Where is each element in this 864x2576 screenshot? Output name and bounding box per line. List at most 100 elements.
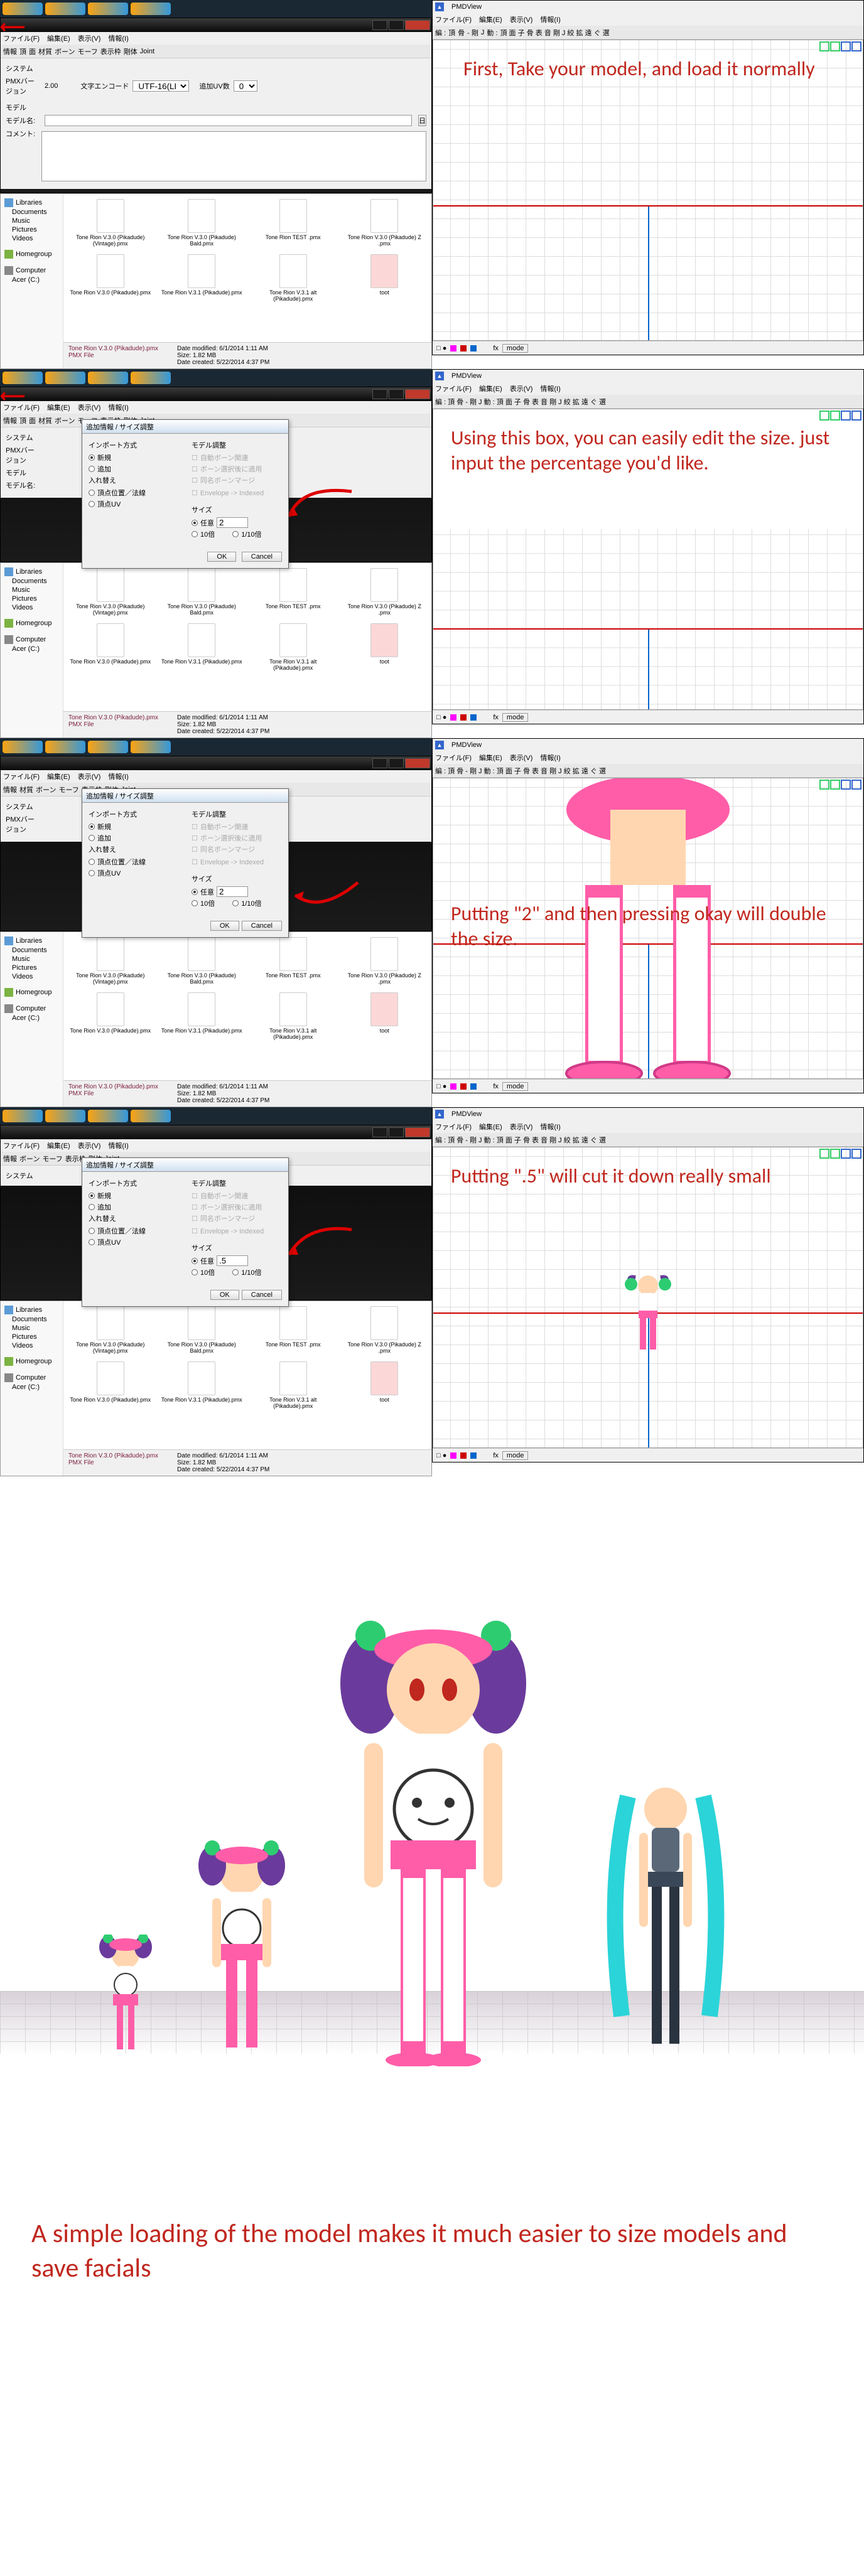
opt-any[interactable]: 任意 bbox=[192, 517, 282, 528]
sidebar-drive[interactable]: Acer (C:) bbox=[4, 1383, 59, 1392]
handle-icon[interactable] bbox=[830, 780, 840, 790]
opt-new[interactable]: 新規 bbox=[89, 1191, 179, 1201]
file-item[interactable]: Tone Rion V.3.1 (Pikadude).pmx bbox=[160, 992, 244, 1040]
file-item[interactable]: Tone Rion V.3.1 alt (Pikadude).pmx bbox=[251, 992, 335, 1040]
sidebar-documents[interactable]: Documents bbox=[4, 208, 59, 217]
tab-face[interactable]: 面 bbox=[29, 46, 36, 56]
tab[interactable]: ボーン bbox=[36, 785, 56, 795]
footer-mode[interactable]: mode bbox=[502, 1082, 529, 1091]
menu-edit[interactable]: 編集(E) bbox=[47, 33, 70, 43]
window-maximize[interactable] bbox=[389, 389, 404, 399]
menu-edit[interactable]: 編集(E) bbox=[47, 1140, 70, 1151]
handle-icon[interactable] bbox=[851, 1149, 861, 1159]
tab-morph[interactable]: モーフ bbox=[77, 46, 97, 56]
handle-icon[interactable] bbox=[841, 1149, 851, 1159]
sidebar-computer[interactable]: Computer bbox=[4, 1004, 59, 1014]
tab[interactable]: モーフ bbox=[42, 1154, 62, 1164]
opt-vertex-uv[interactable]: 頂点UV bbox=[89, 868, 179, 878]
sidebar-computer[interactable]: Computer bbox=[4, 266, 59, 276]
toolbar-btn[interactable]: 骨 bbox=[458, 28, 465, 38]
sidebar-computer[interactable]: Computer bbox=[4, 1373, 59, 1383]
sidebar-pictures[interactable]: Pictures bbox=[4, 225, 59, 234]
file-item[interactable]: toot bbox=[343, 623, 427, 671]
opt-any[interactable]: 任意 bbox=[192, 1255, 282, 1266]
tab[interactable]: 材質 bbox=[38, 416, 52, 426]
tab[interactable]: モーフ bbox=[58, 785, 78, 795]
opt-10[interactable] bbox=[192, 1269, 198, 1275]
window-maximize[interactable] bbox=[389, 758, 404, 768]
sidebar-computer[interactable]: Computer bbox=[4, 635, 59, 645]
opt-1-10[interactable] bbox=[232, 900, 239, 906]
size-input[interactable] bbox=[217, 1255, 248, 1266]
handle-icon[interactable] bbox=[851, 780, 861, 790]
opt-vertex-line[interactable]: 頂点位置／法線 bbox=[89, 857, 179, 867]
tab-bone[interactable]: ボーン bbox=[55, 46, 75, 56]
file-item[interactable]: Tone Rion V.3.1 alt (Pikadude).pmx bbox=[251, 623, 335, 671]
sidebar-videos[interactable]: Videos bbox=[4, 603, 59, 612]
tab[interactable]: 面 bbox=[29, 416, 36, 426]
menu-view[interactable]: 表示(V) bbox=[510, 753, 533, 763]
file-item[interactable]: Tone Rion V.3.0 (Pikadude) (Vintage).pmx bbox=[68, 568, 153, 616]
ext-select[interactable]: 0 bbox=[234, 80, 257, 92]
handle-icon[interactable] bbox=[851, 411, 861, 421]
footer-fx[interactable]: fx bbox=[493, 345, 499, 352]
sidebar-homegroup[interactable]: Homegroup bbox=[4, 987, 59, 997]
file-item[interactable]: Tone Rion V.3.0 (Pikadude).pmx bbox=[68, 992, 153, 1040]
file-item[interactable]: Tone Rion V.3.0 (Pikadude) (Vintage).pmx bbox=[68, 199, 153, 247]
name-jp-toggle[interactable]: 日 bbox=[418, 115, 426, 126]
footer-mode[interactable]: mode bbox=[502, 344, 529, 353]
menu-info[interactable]: 情報(I) bbox=[540, 1122, 560, 1132]
sidebar-homegroup[interactable]: Homegroup bbox=[4, 249, 59, 259]
tab[interactable]: ボーン bbox=[19, 1154, 40, 1164]
sidebar-drive[interactable]: Acer (C:) bbox=[4, 276, 59, 284]
sidebar-music[interactable]: Music bbox=[4, 217, 59, 225]
ok-button[interactable]: OK bbox=[207, 552, 236, 562]
window-minimize[interactable] bbox=[372, 20, 387, 30]
handle-rotate-icon[interactable] bbox=[819, 41, 829, 51]
menu-info[interactable]: 情報(I) bbox=[108, 1140, 128, 1151]
tab[interactable]: ボーン bbox=[55, 416, 75, 426]
sidebar-documents[interactable]: Documents bbox=[4, 946, 59, 955]
size-input[interactable] bbox=[217, 517, 248, 528]
footer-mode[interactable]: mode bbox=[502, 1451, 529, 1460]
window-minimize[interactable] bbox=[372, 1127, 387, 1137]
color-red[interactable] bbox=[460, 345, 467, 352]
menu-file[interactable]: ファイル(F) bbox=[435, 1122, 472, 1132]
sidebar-videos[interactable]: Videos bbox=[4, 234, 59, 243]
tab-rigid[interactable]: 剛体 bbox=[124, 46, 138, 56]
menu-info[interactable]: 情報(I) bbox=[540, 384, 560, 394]
file-item[interactable]: Tone Rion V.3.0 (Pikadude) Z .pmx bbox=[343, 568, 427, 616]
comment-input[interactable] bbox=[41, 131, 426, 181]
menu-edit[interactable]: 編集(E) bbox=[479, 384, 502, 394]
file-item[interactable]: Tone Rion V.3.1 (Pikadude).pmx bbox=[160, 623, 244, 671]
ok-button[interactable]: OK bbox=[210, 921, 239, 931]
sidebar-music[interactable]: Music bbox=[4, 586, 59, 594]
menu-file[interactable]: ファイル(F) bbox=[3, 771, 40, 781]
file-item[interactable]: Tone Rion TEST .pmx bbox=[251, 199, 335, 247]
tab[interactable]: 情報 bbox=[3, 1154, 17, 1164]
menu-edit[interactable]: 編集(E) bbox=[47, 402, 70, 412]
menu-view[interactable]: 表示(V) bbox=[78, 33, 101, 43]
sidebar-documents[interactable]: Documents bbox=[4, 1315, 59, 1324]
menu-view[interactable]: 表示(V) bbox=[510, 1122, 533, 1132]
opt-add[interactable]: 追加 bbox=[89, 464, 179, 474]
menu-view[interactable]: 表示(V) bbox=[78, 1140, 101, 1151]
file-item[interactable]: Tone Rion V.3.1 alt (Pikadude).pmx bbox=[251, 1361, 335, 1409]
tab-info[interactable]: 情報 bbox=[3, 46, 17, 56]
cancel-button[interactable]: Cancel bbox=[242, 1290, 282, 1300]
file-item[interactable]: Tone Rion V.3.0 (Pikadude) (Vintage).pmx bbox=[68, 1306, 153, 1354]
handle-icon[interactable] bbox=[841, 411, 851, 421]
menu-info[interactable]: 情報(I) bbox=[540, 14, 560, 24]
footer-mode[interactable]: mode bbox=[502, 713, 529, 722]
window-close[interactable] bbox=[405, 1127, 430, 1137]
file-item[interactable]: Tone Rion V.3.0 (Pikadude).pmx bbox=[68, 1361, 153, 1409]
sidebar-pictures[interactable]: Pictures bbox=[4, 1333, 59, 1341]
toolbar-btn[interactable]: - 剛 bbox=[467, 28, 478, 38]
toolbar-btn[interactable]: 動 : bbox=[487, 28, 497, 38]
file-item[interactable]: Tone Rion V.3.0 (Pikadude) Z .pmx bbox=[343, 199, 427, 247]
opt-10[interactable] bbox=[192, 900, 198, 906]
file-item[interactable]: Tone Rion V.3.0 (Pikadude).pmx bbox=[68, 254, 153, 302]
viewport[interactable] bbox=[433, 40, 863, 341]
menu-info[interactable]: 情報(I) bbox=[108, 402, 128, 412]
sidebar-drive[interactable]: Acer (C:) bbox=[4, 1014, 59, 1022]
